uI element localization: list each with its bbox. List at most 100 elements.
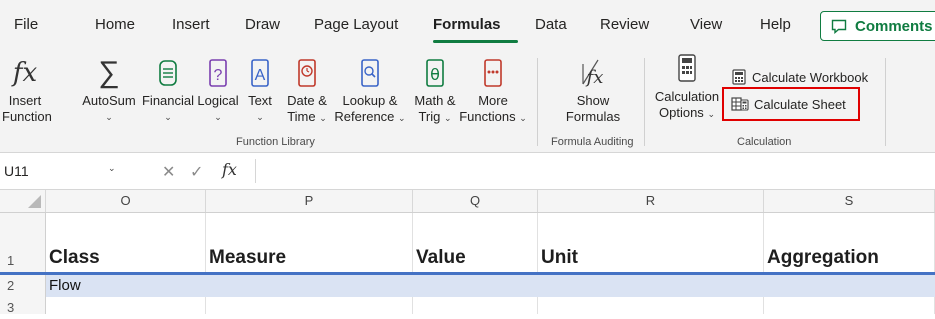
more-functions-label-1: More [478,93,508,108]
lookup-label-2: Reference ⌄ [334,109,406,124]
insert-function-label-2: Function [2,109,52,124]
column-headers: O P Q R S [0,190,935,213]
lookup-label-1: Lookup & [342,93,398,108]
text-icon: A [251,59,269,87]
date-time-label-2: Time ⌄ [287,109,327,124]
sheet-grid: 1 Class Measure Value Unit Aggregation 2… [0,213,935,315]
table-row: 2 Flow [0,275,935,297]
date-time-label-1: Date & [287,93,327,108]
logical-button[interactable]: ? Logical ⌄ [196,56,240,125]
show-formulas-label-1: Show [576,93,610,108]
row-header[interactable]: 2 [0,275,46,297]
tab-data[interactable]: Data [535,16,567,33]
function-library-group-label: Function Library [236,136,315,148]
column-header-s[interactable]: S [764,190,935,212]
calculation-options-label-1: Calculation [654,89,720,104]
tab-view[interactable]: View [690,16,722,33]
cell[interactable] [538,297,764,314]
table-row: 1 Class Measure Value Unit Aggregation [0,213,935,275]
more-functions-button[interactable]: More Functions ⌄ [458,56,528,126]
calculation-options-label-2: Options ⌄ [659,105,715,120]
cancel-icon[interactable]: ✕ [162,162,175,182]
cell-class[interactable]: Class [46,213,206,272]
tab-page-layout[interactable]: Page Layout [314,16,398,33]
formula-bar: U11 ⌄ ✕ ✓ fx [0,153,935,190]
tab-home[interactable]: Home [95,16,135,33]
tab-draw[interactable]: Draw [245,16,280,33]
show-formulas-icon: fx [582,59,604,88]
more-functions-label-2: Functions ⌄ [459,109,527,124]
theta-icon: θ [426,59,444,87]
active-tab-indicator [433,40,518,43]
chevron-down-icon: ⌄ [214,112,222,122]
svg-text:fx: fx [585,67,604,88]
formula-auditing-group-label: Formula Auditing [551,136,634,148]
text-functions-button[interactable]: A Text ⌄ [243,56,277,125]
select-all-button[interactable] [0,190,46,212]
sigma-icon: ∑ [98,56,120,89]
show-formulas-label-2: Formulas [565,109,621,124]
math-trig-label-2: Trig ⌄ [418,109,452,124]
cell[interactable] [46,297,206,314]
date-time-button[interactable]: Date & Time ⌄ [283,56,331,126]
financial-button[interactable]: Financial ⌄ [140,56,196,125]
insert-function-icon[interactable]: fx [222,160,237,179]
cell-aggregation[interactable]: Aggregation [764,213,935,272]
cell-value[interactable]: Value [413,213,538,272]
fx-icon: fx [12,58,38,88]
group-divider [885,58,886,146]
text-label: Text [248,93,272,108]
clock-icon [298,59,316,87]
autosum-label: AutoSum [82,93,136,108]
column-header-p[interactable]: P [206,190,413,212]
chevron-down-icon[interactable]: ⌄ [108,163,116,174]
column-header-q[interactable]: Q [413,190,538,212]
row-header[interactable]: 3 [0,297,46,315]
enter-check-icon[interactable]: ✓ [190,162,203,182]
row-header[interactable]: 1 [0,213,46,272]
cell-unit[interactable]: Unit [538,213,764,272]
column-header-o[interactable]: O [46,190,206,212]
svg-text:A: A [255,67,266,84]
chevron-down-icon: ⌄ [105,112,113,122]
cell[interactable] [206,297,413,314]
math-trig-label-1: Math & [414,93,456,108]
formula-input[interactable] [255,159,935,183]
calculate-workbook-button[interactable]: Calculate Workbook [731,69,868,85]
lookup-icon [361,59,379,87]
chevron-down-icon: ⌄ [256,112,264,122]
column-header-r[interactable]: R [538,190,764,212]
calculate-workbook-icon [732,69,746,85]
group-divider [537,58,538,146]
financial-icon [159,60,177,86]
cell[interactable] [413,297,538,314]
tab-review[interactable]: Review [600,16,649,33]
name-box[interactable]: U11 [0,159,120,183]
lookup-reference-button[interactable]: Lookup & Reference ⌄ [334,56,406,126]
autosum-button[interactable]: ∑ AutoSum ⌄ [80,56,138,125]
logical-label: Logical [197,93,239,108]
calculate-sheet-highlight [722,87,860,121]
cell-measure[interactable]: Measure [206,213,413,272]
comments-button[interactable]: Comments [820,11,935,41]
insert-function-button[interactable]: fx Insert Function [2,56,52,125]
tab-formulas[interactable]: Formulas [433,16,501,33]
comments-label: Comments [855,17,933,35]
comment-icon [831,19,847,34]
cell[interactable] [764,297,935,314]
financial-label: Financial [141,93,195,108]
tab-insert[interactable]: Insert [172,16,210,33]
select-all-triangle-icon [28,195,41,208]
tab-file[interactable]: File [14,16,38,33]
insert-function-label-1: Insert [8,93,42,108]
calculate-workbook-label: Calculate Workbook [752,69,869,85]
cell-flow[interactable]: Flow [46,275,206,297]
logical-icon: ? [209,59,227,87]
calculation-group-label: Calculation [737,136,792,148]
svg-text:θ: θ [430,65,440,84]
svg-text:?: ? [214,67,223,84]
math-trig-button[interactable]: θ Math & Trig ⌄ [410,56,460,126]
tab-help[interactable]: Help [760,16,791,33]
calculation-options-button[interactable]: Calculation Options ⌄ [652,52,722,122]
show-formulas-button[interactable]: fx Show Formulas [560,56,626,125]
